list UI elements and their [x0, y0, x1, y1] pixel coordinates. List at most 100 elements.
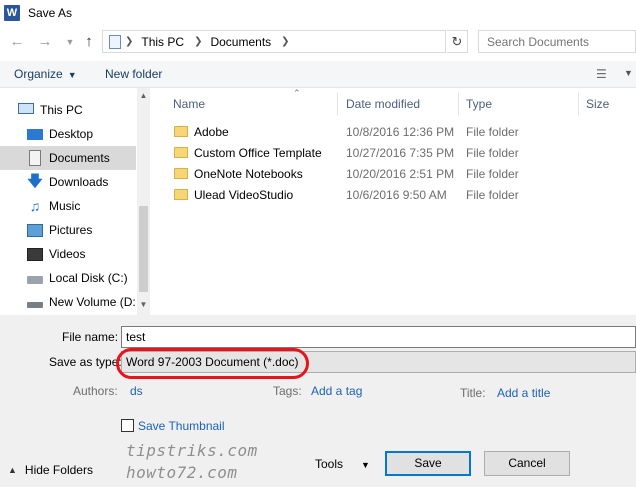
documents-icon	[29, 150, 41, 166]
authors-value[interactable]: ds	[130, 384, 143, 398]
up-arrow-icon[interactable]: ↑	[80, 32, 98, 52]
tags-label: Tags:	[273, 384, 302, 398]
file-name-label: File name:	[62, 330, 119, 344]
file-type: File folder	[466, 125, 519, 139]
hide-folders-button[interactable]: ▲ Hide Folders	[8, 463, 93, 477]
column-divider[interactable]	[578, 92, 579, 116]
nav-item-label: This PC	[40, 103, 83, 117]
file-name-field[interactable]: test	[121, 326, 636, 348]
address-row: ← → ▼ ↑ ❯ This PC ❯ Documents ❯ ▼ ↻	[0, 29, 636, 55]
address-bar[interactable]: ❯ This PC ❯ Documents ❯ ▼	[102, 30, 544, 53]
file-row[interactable]: Ulead VideoStudio 10/6/2016 9:50 AM File…	[150, 185, 636, 205]
breadcrumb-chevron-icon[interactable]: ❯	[281, 36, 289, 47]
column-header-type[interactable]: Type	[466, 97, 492, 111]
nav-item-label: Local Disk (C:)	[49, 271, 128, 285]
file-list-pane: ⌃ Name Date modified Type Size Adobe 10/…	[150, 88, 636, 315]
tools-label: Tools	[315, 457, 344, 471]
file-row[interactable]: Adobe 10/8/2016 12:36 PM File folder	[150, 122, 636, 142]
word-app-icon: W	[4, 5, 20, 21]
nav-item-local-disk[interactable]: Local Disk (C:)	[0, 266, 136, 290]
add-title-link[interactable]: Add a title	[497, 386, 550, 400]
save-button[interactable]: Save	[385, 451, 471, 476]
nav-item-new-volume[interactable]: New Volume (D:	[0, 290, 136, 314]
nav-item-label: Downloads	[49, 175, 109, 189]
folder-icon	[174, 126, 188, 137]
nav-item-label: Desktop	[49, 127, 94, 141]
breadcrumb-chevron-icon[interactable]: ❯	[125, 36, 133, 47]
view-options-icon[interactable]: ☰	[596, 67, 607, 81]
pictures-icon	[27, 223, 43, 237]
breadcrumb-chevron-icon[interactable]: ❯	[194, 36, 202, 47]
organize-label: Organize	[14, 67, 63, 81]
file-date: 10/6/2016 9:50 AM	[346, 188, 447, 202]
file-name: Custom Office Template	[194, 146, 322, 160]
chevron-up-icon: ▲	[8, 465, 17, 475]
title-label: Title:	[460, 386, 486, 400]
refresh-icon[interactable]: ↻	[447, 30, 468, 53]
folder-icon	[174, 168, 188, 179]
nav-item-documents[interactable]: Documents	[0, 146, 136, 170]
volume-icon	[27, 302, 43, 308]
videos-icon	[27, 247, 43, 261]
file-row[interactable]: Custom Office Template 10/27/2016 7:35 P…	[150, 143, 636, 163]
file-row[interactable]: OneNote Notebooks 10/20/2016 2:51 PM Fil…	[150, 164, 636, 184]
search-input[interactable]	[478, 30, 636, 53]
recent-locations-chevron-icon[interactable]: ▼	[61, 32, 79, 52]
hide-folders-label: Hide Folders	[24, 463, 93, 477]
folder-icon	[174, 147, 188, 158]
pc-icon	[109, 34, 121, 49]
nav-item-label: Music	[49, 199, 81, 213]
file-name: Ulead VideoStudio	[194, 188, 294, 202]
organize-button[interactable]: Organize ▼	[14, 67, 77, 81]
highlight-annotation-circle	[116, 348, 309, 379]
command-toolbar: Organize ▼ New folder ☰ ▼	[0, 61, 636, 88]
file-date: 10/20/2016 2:51 PM	[346, 167, 455, 181]
cancel-button[interactable]: Cancel	[484, 451, 570, 476]
file-type: File folder	[466, 167, 519, 181]
scrollbar-thumb[interactable]	[139, 206, 148, 292]
nav-item-downloads[interactable]: 🡇 Downloads	[0, 170, 136, 194]
nav-item-label: Documents	[49, 151, 110, 165]
forward-arrow-icon[interactable]: →	[36, 32, 54, 52]
chevron-down-icon: ▼	[361, 460, 370, 470]
tools-button[interactable]: Tools ▼	[315, 457, 370, 471]
downloads-icon: 🡇	[27, 173, 43, 190]
column-header-name[interactable]: Name	[173, 97, 205, 111]
local-disk-icon	[27, 276, 43, 284]
nav-item-videos[interactable]: Videos	[0, 242, 136, 266]
sort-ascending-icon: ⌃	[293, 88, 301, 98]
column-header-size[interactable]: Size	[586, 97, 609, 111]
file-type: File folder	[466, 146, 519, 160]
scroll-up-icon[interactable]: ▲	[137, 91, 150, 100]
scroll-down-icon[interactable]: ▼	[137, 300, 150, 309]
file-date: 10/8/2016 12:36 PM	[346, 125, 455, 139]
save-thumbnail-label[interactable]: Save Thumbnail	[138, 419, 225, 433]
save-as-type-label: Save as type:	[49, 355, 122, 369]
file-name: OneNote Notebooks	[194, 167, 303, 181]
nav-item-pictures[interactable]: Pictures	[0, 218, 136, 242]
save-thumbnail-checkbox[interactable]	[121, 419, 134, 432]
column-divider[interactable]	[337, 92, 338, 116]
nav-item-label: New Volume (D:	[49, 295, 136, 309]
new-folder-button[interactable]: New folder	[105, 67, 162, 81]
nav-item-this-pc[interactable]: This PC	[0, 98, 136, 122]
folder-icon	[174, 189, 188, 200]
add-tag-link[interactable]: Add a tag	[311, 384, 362, 398]
back-arrow-icon[interactable]: ←	[8, 32, 26, 52]
nav-item-music[interactable]: ♫ Music	[0, 194, 136, 218]
view-dropdown-icon[interactable]: ▼	[624, 68, 633, 78]
breadcrumb-this-pc[interactable]: This PC	[141, 35, 184, 49]
watermark-line-1: tipstriks.com	[126, 441, 258, 460]
nav-scrollbar[interactable]: ▲ ▼	[137, 88, 150, 315]
breadcrumb-documents[interactable]: Documents	[210, 35, 271, 49]
column-header-date-modified[interactable]: Date modified	[346, 97, 420, 111]
nav-item-desktop[interactable]: Desktop	[0, 122, 136, 146]
title-bar: W Save As	[0, 0, 636, 26]
file-date: 10/27/2016 7:35 PM	[346, 146, 455, 160]
column-divider[interactable]	[458, 92, 459, 116]
chevron-down-icon: ▼	[67, 70, 77, 80]
desktop-icon	[27, 128, 43, 140]
file-type: File folder	[466, 188, 519, 202]
music-icon: ♫	[29, 198, 41, 214]
nav-item-label: Pictures	[49, 223, 93, 237]
